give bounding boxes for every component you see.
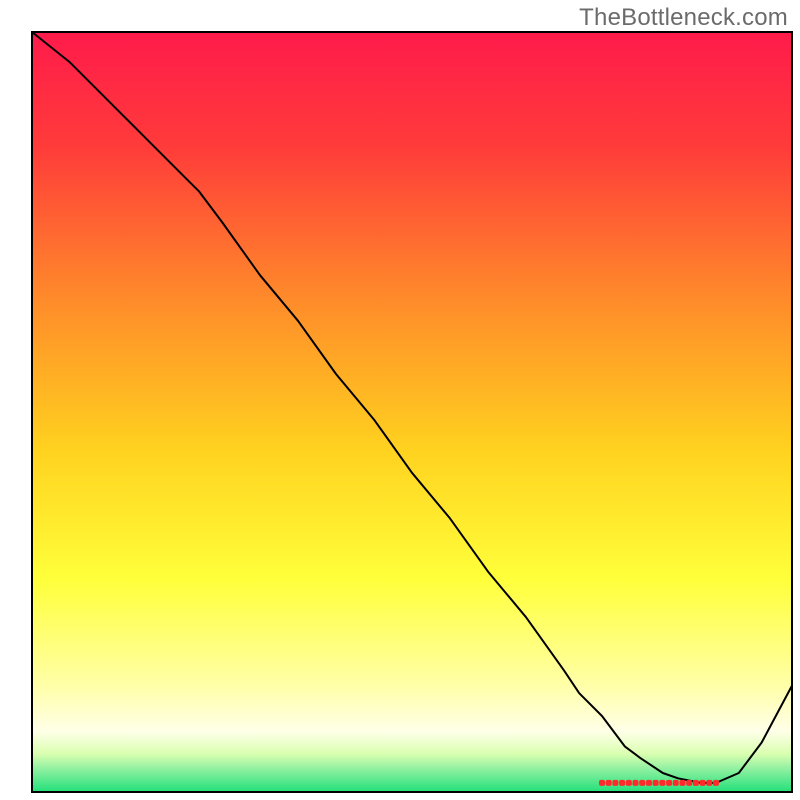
optimal-range-dot (700, 780, 706, 786)
optimal-range-dot (653, 780, 659, 786)
optimal-range-dot (679, 780, 685, 786)
optimal-range-dot (599, 780, 605, 786)
gradient-background (32, 32, 792, 792)
optimal-range-dot (666, 780, 672, 786)
optimal-range-dot (612, 780, 618, 786)
optimal-range-dot (633, 780, 639, 786)
chart-stage: TheBottleneck.com (0, 0, 800, 800)
optimal-range-dot (606, 780, 612, 786)
watermark-text: TheBottleneck.com (579, 4, 788, 32)
optimal-range-dot (659, 780, 665, 786)
optimal-range-dot (686, 780, 692, 786)
optimal-range-dot (619, 780, 625, 786)
optimal-range-dot (713, 780, 719, 786)
optimal-range-dot (673, 780, 679, 786)
optimal-range-dot (693, 780, 699, 786)
optimal-range-dot (646, 780, 652, 786)
optimal-range-dot (626, 780, 632, 786)
chart-svg (0, 0, 800, 800)
optimal-range-dot (706, 780, 712, 786)
optimal-range-dot (639, 780, 645, 786)
